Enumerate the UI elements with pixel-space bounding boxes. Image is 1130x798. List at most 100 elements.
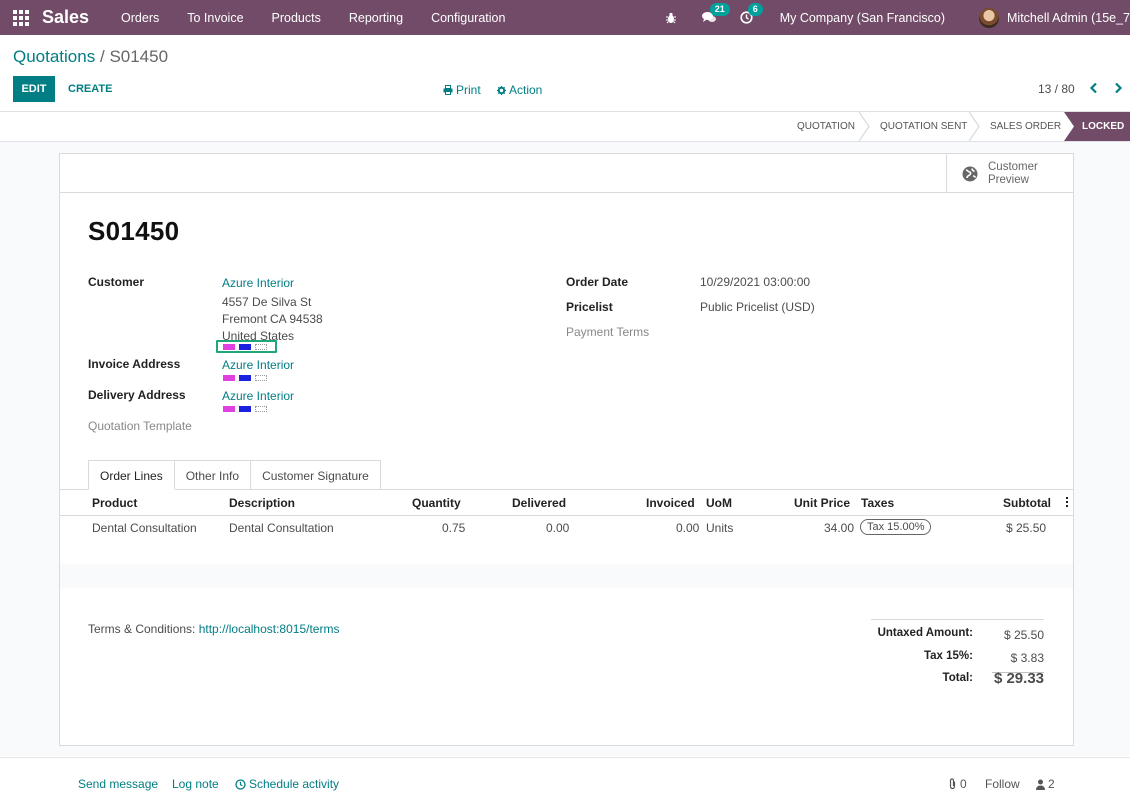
terms-link[interactable]: http://localhost:8015/terms: [199, 622, 340, 636]
stage-sales-order[interactable]: SALES ORDER: [990, 112, 1061, 141]
attachments-button[interactable]: 0: [948, 777, 967, 791]
col-quantity[interactable]: Quantity: [412, 496, 461, 510]
tab-order-lines[interactable]: Order Lines: [88, 460, 175, 490]
activities-clock-icon[interactable]: 6: [739, 2, 763, 26]
activities-count-badge: 6: [747, 2, 763, 16]
attachments-count: 0: [960, 777, 967, 791]
clock-icon: [235, 778, 246, 790]
stage-quotation[interactable]: QUOTATION: [797, 112, 855, 141]
tag-white: [255, 375, 267, 381]
menu-orders[interactable]: Orders: [107, 11, 173, 25]
debug-bug-icon[interactable]: [663, 10, 679, 26]
notebook-tabs: Order Lines Other Info Customer Signatur…: [88, 460, 381, 490]
untaxed-amount-value: $ 25.50: [1003, 628, 1044, 642]
customer-link[interactable]: Azure Interior: [222, 276, 294, 290]
delivery-address-tags: [223, 406, 271, 412]
row-tax-badge: Tax 15.00%: [860, 519, 932, 535]
tax-value: $ 3.83: [1010, 651, 1044, 665]
messages-count-badge: 21: [709, 2, 730, 16]
stage-quotation-sent[interactable]: QUOTATION SENT: [880, 112, 967, 141]
pager-value[interactable]: 13 / 80: [1038, 82, 1075, 96]
form-sheet: Customer Preview S01450 Customer Azure I…: [59, 153, 1074, 746]
row-unit-price: 34.00: [824, 521, 855, 535]
totals-divider: [871, 619, 1044, 620]
customer-preview-label-line1: Customer: [988, 160, 1038, 173]
send-message-button[interactable]: Send message: [78, 777, 158, 791]
invoice-address-label: Invoice Address: [88, 357, 181, 371]
invoice-address-link[interactable]: Azure Interior: [222, 358, 294, 372]
customer-preview-button[interactable]: Customer Preview: [946, 154, 1073, 193]
terms-and-conditions: Terms & Conditions: http://localhost:801…: [88, 622, 339, 636]
stage-separator: [859, 112, 870, 141]
action-label: Action: [509, 83, 543, 97]
schedule-activity-label: Schedule activity: [249, 777, 340, 791]
tag-white: [255, 406, 267, 412]
menu-to-invoice[interactable]: To Invoice: [173, 11, 257, 25]
delivery-address-label: Delivery Address: [88, 388, 186, 402]
quotation-template-label: Quotation Template: [88, 419, 192, 433]
pager-previous-icon[interactable]: [1089, 82, 1099, 97]
col-invoiced[interactable]: Invoiced: [646, 496, 695, 510]
total-value: $ 29.33: [993, 670, 1044, 687]
customer-address-street: 4557 De Silva St: [222, 295, 312, 309]
tag-blue: [239, 375, 251, 381]
delivery-address-link[interactable]: Azure Interior: [222, 389, 294, 403]
breadcrumb: Quotations / S01450: [13, 47, 168, 67]
menu-reporting[interactable]: Reporting: [335, 11, 417, 25]
top-navbar: Sales Orders To Invoice Products Reporti…: [0, 0, 1130, 35]
edit-button[interactable]: EDIT: [13, 76, 55, 102]
stage-locked-active[interactable]: LOCKED: [1064, 112, 1130, 141]
messages-icon[interactable]: 21: [701, 2, 730, 26]
status-bar: QUOTATION QUOTATION SENT SALES ORDER LOC…: [0, 111, 1130, 142]
row-invoiced: 0.00: [676, 521, 700, 535]
tag-magenta: [223, 375, 235, 381]
action-dropdown[interactable]: Action: [497, 83, 542, 97]
col-delivered[interactable]: Delivered: [512, 496, 566, 510]
apps-menu-icon[interactable]: [12, 9, 30, 27]
tag-white: [255, 344, 267, 350]
user-menu[interactable]: Mitchell Admin (15e_7: [1007, 11, 1130, 25]
col-taxes[interactable]: Taxes: [861, 496, 894, 510]
tax-label: Tax 15%:: [923, 650, 973, 662]
col-unit-price[interactable]: Unit Price: [794, 496, 850, 510]
followers-button[interactable]: 2: [1036, 777, 1055, 791]
tab-customer-signature[interactable]: Customer Signature: [250, 460, 381, 490]
main-menu: Orders To Invoice Products Reporting Con…: [107, 11, 519, 25]
user-avatar[interactable]: [979, 7, 1000, 28]
followers-count: 2: [1048, 777, 1055, 791]
tag-magenta: [223, 344, 235, 350]
customer-address-city: Fremont CA 94538: [222, 312, 323, 326]
order-reference-title: S01450: [88, 216, 180, 246]
navbar-systray: 21 6 My Company (San Francisco) Mitchell…: [652, 0, 1130, 35]
company-switcher[interactable]: My Company (San Francisco): [780, 11, 945, 25]
tab-other-info[interactable]: Other Info: [173, 460, 252, 490]
optional-columns-menu-icon[interactable]: [1065, 497, 1069, 509]
customer-tags[interactable]: [223, 344, 271, 350]
log-note-button[interactable]: Log note: [172, 777, 219, 791]
col-description[interactable]: Description: [229, 496, 295, 510]
pricelist-value: Public Pricelist (USD): [700, 300, 815, 314]
globe-icon: [962, 166, 978, 181]
pager-next-icon[interactable]: [1113, 82, 1123, 97]
schedule-activity-button[interactable]: Schedule activity: [235, 777, 339, 791]
breadcrumb-separator: /: [99, 47, 105, 66]
follow-button[interactable]: Follow: [985, 777, 1020, 791]
print-label: Print: [456, 83, 481, 97]
gear-icon: [497, 85, 506, 95]
create-button[interactable]: CREATE: [68, 76, 112, 102]
row-quantity: 0.75: [442, 521, 466, 535]
paperclip-icon: [949, 778, 956, 790]
menu-configuration[interactable]: Configuration: [417, 11, 519, 25]
col-subtotal[interactable]: Subtotal: [1003, 496, 1051, 510]
print-dropdown[interactable]: Print: [443, 83, 481, 97]
col-product[interactable]: Product: [92, 496, 137, 510]
payment-terms-label: Payment Terms: [566, 325, 650, 339]
order-date-label: Order Date: [566, 275, 629, 289]
menu-products[interactable]: Products: [258, 11, 335, 25]
breadcrumb-quotations[interactable]: Quotations: [13, 47, 95, 66]
app-brand[interactable]: Sales: [42, 7, 89, 28]
row-delivered: 0.00: [546, 521, 570, 535]
user-icon: [1036, 779, 1045, 790]
pricelist-label: Pricelist: [566, 300, 613, 314]
col-uom[interactable]: UoM: [706, 496, 732, 510]
